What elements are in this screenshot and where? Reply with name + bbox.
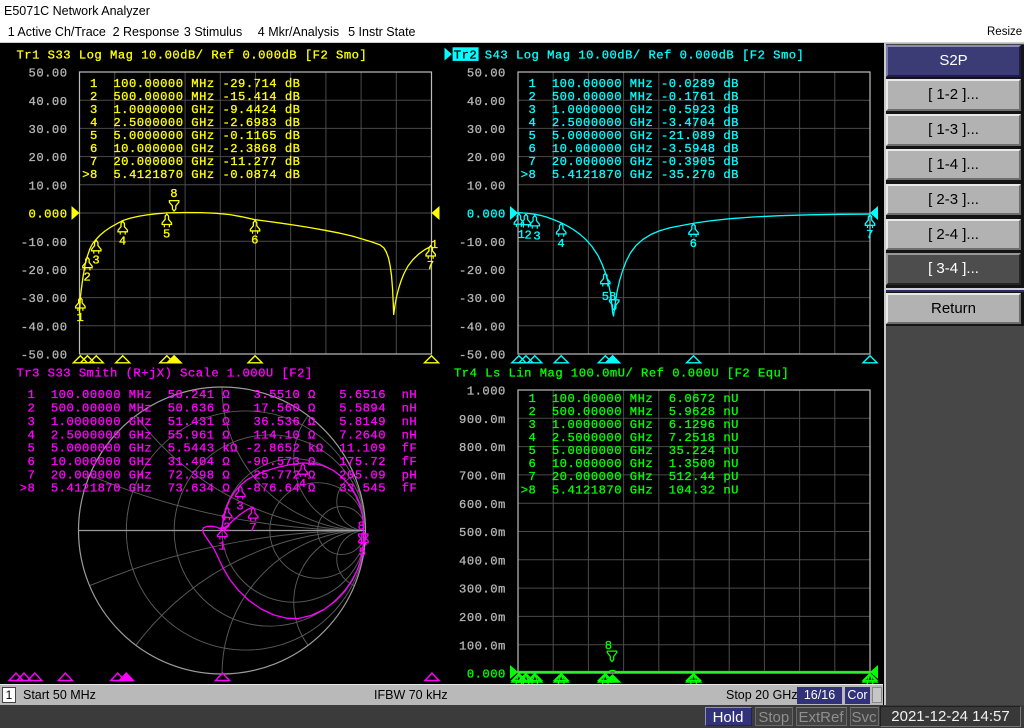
- svg-text:6: 6: [690, 237, 698, 251]
- svg-text:4: 4: [119, 235, 127, 249]
- svg-text:40.00: 40.00: [29, 95, 68, 109]
- svg-text:1 100.00000 MHz -0.0289 dB: 1 100.00000 MHz -0.0289 dB: [521, 77, 739, 91]
- svg-text:700.0m: 700.0m: [459, 470, 506, 484]
- svg-text:7: 7: [249, 521, 257, 535]
- svg-text:4 2.5000000 GHz 7.2518 nU: 4 2.5000000 GHz 7.2518 nU: [521, 431, 739, 445]
- svg-text:1 100.00000 MHz -29.714 dB: 1 100.00000 MHz -29.714 dB: [82, 77, 300, 91]
- svg-text:-30.00: -30.00: [459, 292, 506, 306]
- svg-text:400.0m: 400.0m: [459, 554, 506, 568]
- svg-text:2 500.00000 MHz 50.636 Ω 1: 2 500.00000 MHz 50.636 Ω 17.560 Ω 5.5894…: [20, 402, 417, 416]
- svg-text:-10.00: -10.00: [21, 236, 68, 250]
- svg-text:7 20.000000 GHz -0.3905 dB: 7 20.000000 GHz -0.3905 dB: [521, 155, 739, 169]
- svg-text:7 20.000000 GHz 72.398 Ω 2: 7 20.000000 GHz 72.398 Ω 25.772 Ω 205.09…: [20, 468, 417, 482]
- svg-text:5 5.0000000 GHz 5.5443 kΩ -2: 5 5.0000000 GHz 5.5443 kΩ -2.8652 kΩ 11.…: [20, 442, 417, 456]
- svg-text:7 20.000000 GHz -11.277 dB: 7 20.000000 GHz -11.277 dB: [82, 155, 300, 169]
- svg-text:-10.00: -10.00: [459, 236, 506, 250]
- svg-text:3 1.0000000 GHz -9.4424 dB: 3 1.0000000 GHz -9.4424 dB: [82, 103, 300, 117]
- svg-text:8: 8: [358, 520, 366, 534]
- svg-text:300.0m: 300.0m: [459, 583, 506, 597]
- svg-text:50.00: 50.00: [467, 67, 506, 81]
- svg-text:30.00: 30.00: [467, 123, 506, 137]
- svg-text:600.0m: 600.0m: [459, 498, 506, 512]
- svg-text:0.000: 0.000: [467, 668, 506, 682]
- svg-text:30.00: 30.00: [29, 123, 68, 137]
- svg-text:4: 4: [557, 237, 565, 251]
- svg-text:3: 3: [533, 230, 541, 244]
- svg-text:20.00: 20.00: [467, 151, 506, 165]
- svg-text:1 100.00000 MHz 6.0672 nU: 1 100.00000 MHz 6.0672 nU: [521, 392, 739, 406]
- svg-text:2 500.00000 MHz 5.9628 nU: 2 500.00000 MHz 5.9628 nU: [521, 405, 739, 419]
- svg-text:3: 3: [236, 499, 244, 513]
- svg-text:3: 3: [92, 254, 100, 268]
- svg-text:Tr3 S33 Smith (R+jX) Scale 1.0: Tr3 S33 Smith (R+jX) Scale 1.000U [F2]: [17, 366, 313, 380]
- svg-text:10.00: 10.00: [29, 179, 68, 193]
- svg-text:40.00: 40.00: [467, 95, 506, 109]
- svg-text:>8 5.4121870 GHz -35.270 dB: >8 5.4121870 GHz -35.270 dB: [521, 168, 739, 182]
- svg-text:7: 7: [427, 259, 435, 273]
- svg-text:6: 6: [251, 234, 259, 248]
- svg-text:0.000: 0.000: [29, 208, 68, 222]
- svg-text:1: 1: [76, 311, 84, 325]
- svg-text:5 5.0000000 GHz 35.224 nU: 5 5.0000000 GHz 35.224 nU: [521, 444, 739, 458]
- svg-text:-30.00: -30.00: [21, 292, 68, 306]
- svg-text:7: 7: [866, 228, 874, 242]
- svg-text:10.00: 10.00: [467, 179, 506, 193]
- svg-text:-40.00: -40.00: [21, 320, 68, 334]
- svg-text:S43 Log Mag 10.00dB/ Ref 0.000: S43 Log Mag 10.00dB/ Ref 0.000dB [F2 Smo…: [485, 48, 805, 62]
- svg-text:2 500.00000 MHz -15.414 dB: 2 500.00000 MHz -15.414 dB: [82, 90, 300, 104]
- svg-text:>8 5.4121870 GHz 73.634 Ω -: >8 5.4121870 GHz 73.634 Ω -876.64 Ω 33.5…: [20, 482, 417, 496]
- svg-text:200.0m: 200.0m: [459, 611, 506, 625]
- svg-text:-20.00: -20.00: [459, 264, 506, 278]
- svg-text:8: 8: [170, 187, 178, 201]
- svg-text:>8 5.4121870 GHz -0.0874 dB: >8 5.4121870 GHz -0.0874 dB: [82, 168, 300, 182]
- svg-text:4 2.5000000 GHz -3.4704 dB: 4 2.5000000 GHz -3.4704 dB: [521, 116, 739, 130]
- svg-text:5 5.0000000 GHz -0.1165 dB: 5 5.0000000 GHz -0.1165 dB: [82, 129, 300, 143]
- svg-text:50.00: 50.00: [29, 67, 68, 81]
- svg-text:5 5.0000000 GHz -21.089 dB: 5 5.0000000 GHz -21.089 dB: [521, 129, 739, 143]
- svg-text:1: 1: [219, 539, 227, 553]
- svg-text:20.00: 20.00: [29, 151, 68, 165]
- svg-text:2 500.00000 MHz -0.1761 dB: 2 500.00000 MHz -0.1761 dB: [521, 90, 739, 104]
- svg-text:Tr4 Ls Lin Mag 100.0mU/ Ref 0.: Tr4 Ls Lin Mag 100.0mU/ Ref 0.000U [F2 E…: [454, 366, 789, 380]
- svg-text:1.000: 1.000: [467, 385, 506, 399]
- svg-text:1 100.00000 MHz 50.241 Ω 3: 1 100.00000 MHz 50.241 Ω 3.5510 Ω 5.6516…: [20, 388, 417, 402]
- svg-text:4 2.5000000 GHz -2.6983 dB: 4 2.5000000 GHz -2.6983 dB: [82, 116, 300, 130]
- svg-text:3 1.0000000 GHz 6.1296 nU: 3 1.0000000 GHz 6.1296 nU: [521, 418, 739, 432]
- svg-text:1: 1: [431, 238, 439, 252]
- svg-text:6 10.000000 GHz 1.3500 nU: 6 10.000000 GHz 1.3500 nU: [521, 457, 739, 471]
- svg-text:4: 4: [299, 477, 307, 491]
- svg-text:3 1.0000000 GHz -0.5923 dB: 3 1.0000000 GHz -0.5923 dB: [521, 103, 739, 117]
- svg-text:3 1.0000000 GHz 51.431 Ω 3: 3 1.0000000 GHz 51.431 Ω 36.536 Ω 5.8149…: [20, 415, 417, 429]
- svg-text:-40.00: -40.00: [459, 320, 506, 334]
- svg-text:7 20.000000 GHz 512.44 pU: 7 20.000000 GHz 512.44 pU: [521, 470, 739, 484]
- svg-text:-20.00: -20.00: [21, 264, 68, 278]
- svg-text:-50.00: -50.00: [459, 349, 506, 363]
- svg-text:Tr2: Tr2: [454, 48, 477, 62]
- svg-text:0.000: 0.000: [467, 208, 506, 222]
- svg-text:800.0m: 800.0m: [459, 441, 506, 455]
- svg-text:-50.00: -50.00: [21, 349, 68, 363]
- svg-text:4 2.5000000 GHz 55.961 Ω 1: 4 2.5000000 GHz 55.961 Ω 114.10 Ω 7.2640…: [20, 428, 417, 442]
- svg-text:500.0m: 500.0m: [459, 526, 506, 540]
- svg-text:6 10.000000 GHz -2.3868 dB: 6 10.000000 GHz -2.3868 dB: [82, 142, 300, 156]
- svg-text:5: 5: [163, 227, 171, 241]
- svg-text:6 10.000000 GHz -3.5948 dB: 6 10.000000 GHz -3.5948 dB: [521, 142, 739, 156]
- svg-text:100.0m: 100.0m: [459, 639, 506, 653]
- svg-text:>8 5.4121870 GHz 104.32 nU: >8 5.4121870 GHz 104.32 nU: [521, 483, 739, 497]
- svg-text:2: 2: [84, 270, 92, 284]
- svg-text:Tr1 S33 Log Mag 10.00dB/ Ref 0: Tr1 S33 Log Mag 10.00dB/ Ref 0.000dB [F2…: [17, 48, 368, 62]
- svg-text:2: 2: [223, 520, 231, 534]
- svg-text:900.0m: 900.0m: [459, 413, 506, 427]
- svg-text:2: 2: [525, 228, 533, 242]
- svg-text:5: 5: [359, 545, 367, 559]
- svg-text:6 10.000000 GHz 31.404 Ω -9: 6 10.000000 GHz 31.404 Ω -90.573 Ω 175.7…: [20, 455, 417, 469]
